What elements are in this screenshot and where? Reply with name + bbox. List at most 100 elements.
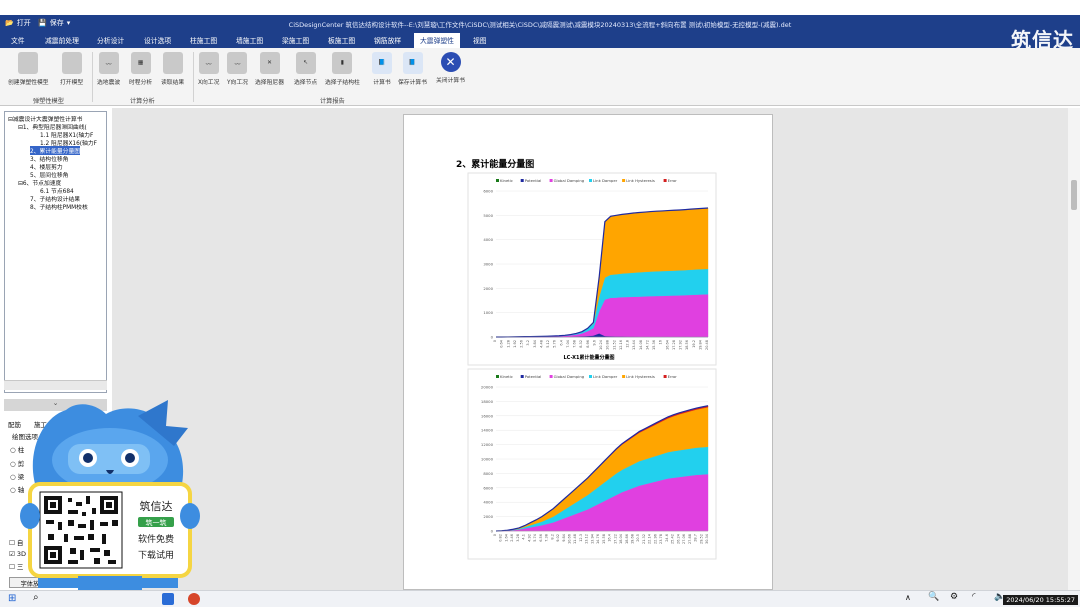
tray-app-icon[interactable]: ⚙	[950, 592, 958, 602]
qr-module	[68, 560, 78, 564]
y-tick-label: 6000	[483, 485, 493, 490]
y-tick-label: 20000	[481, 385, 494, 390]
create-model-button[interactable]: 创建弹塑性模型	[8, 52, 49, 86]
x-tick-label: 22.14	[648, 533, 652, 544]
qr-module	[90, 548, 100, 552]
x-tick-label: 0.82	[499, 534, 503, 542]
x-tick-label: 7.04	[566, 339, 570, 348]
menu-elastoplastic[interactable]: 大震弹塑性	[414, 33, 460, 48]
menu-slab-drawing[interactable]: 板施工图	[328, 35, 355, 45]
select-damper-button[interactable]: ✕ 选择阻尼器	[255, 52, 284, 86]
tree-horizontal-scrollbar[interactable]	[4, 380, 107, 390]
scrollbar-thumb[interactable]	[1071, 180, 1077, 210]
button-label: 保存计算书	[398, 80, 427, 86]
x-tick-label: 15.58	[602, 534, 606, 544]
mascot-pupil-left	[83, 453, 93, 463]
legend-swatch	[520, 375, 524, 378]
wifi-icon[interactable]: ◜	[972, 592, 976, 602]
menu-wall-drawing[interactable]: 墙施工图	[236, 35, 263, 45]
x-tick-label: 3.84	[533, 339, 537, 348]
menu-preprocess[interactable]: 减震前处理	[45, 35, 79, 45]
select-column-button[interactable]: ▮ 选择子结构柱	[325, 52, 360, 86]
x-tick-label: 1.64	[504, 533, 508, 542]
open-model-button[interactable]: 打开模型	[60, 52, 83, 86]
x-tick-label: 4.92	[527, 534, 531, 542]
quick-access-save[interactable]: 💾 保存 ▾	[38, 18, 70, 28]
x-tick-label: 27.88	[688, 534, 692, 544]
menu-file[interactable]: 文件	[11, 35, 25, 45]
menu-view[interactable]: 视图	[473, 35, 487, 45]
x-tick-label: 8.2	[550, 534, 554, 540]
x-tick-label: 16.64	[665, 339, 669, 350]
tree-label: 8、子结构柱PMM校核	[30, 205, 88, 211]
chevron-down-icon[interactable]: ▾	[67, 19, 71, 27]
quick-access-open[interactable]: 📂 打开	[5, 18, 31, 28]
menu-beam-drawing[interactable]: 梁施工图	[282, 35, 309, 45]
x-tick-label: 30.34	[705, 533, 709, 544]
x-tick-label: 27.06	[682, 534, 686, 544]
qr-module	[94, 558, 100, 564]
report-button[interactable]: 📘 计算书	[372, 52, 392, 86]
x-tick-label: 6.56	[539, 534, 543, 542]
menu-column-drawing[interactable]: 柱施工图	[190, 35, 217, 45]
read-results-button[interactable]: 读取结果	[161, 52, 184, 86]
qr-module	[104, 550, 110, 556]
button-label: 计算书	[373, 80, 391, 86]
y-case-button[interactable]: 〰 Y向工况	[227, 52, 248, 86]
select-node-button[interactable]: ↖ 选择节点	[294, 52, 317, 86]
legend-label: Error	[668, 374, 678, 379]
x-tick-label: 0	[493, 534, 497, 536]
app-icon[interactable]	[188, 593, 200, 605]
x-tick-label: 3.28	[516, 534, 520, 542]
clock[interactable]: 2024/06/20 15:55:27	[1003, 595, 1078, 605]
menu-rebar-layout[interactable]: 钢筋放样	[374, 35, 401, 45]
legend-label: Link Hysteresis	[626, 374, 655, 379]
wave-icon: 〰	[98, 52, 119, 74]
x-tick-label: 14.72	[645, 340, 649, 350]
x-tick-label: 11.48	[573, 534, 577, 544]
legend-swatch	[663, 375, 667, 378]
tree-node[interactable]: 8、子结构柱PMM校核	[30, 202, 88, 211]
select-wave-button[interactable]: 〰选地震波	[97, 52, 120, 86]
x-tick-label: 0.64	[500, 339, 504, 348]
legend-swatch	[589, 179, 592, 182]
button-label: 时程分析	[129, 80, 153, 86]
legend-swatch	[663, 179, 667, 182]
x-tick-label: 14.76	[596, 534, 600, 544]
menu-design-options[interactable]: 设计选项	[144, 35, 171, 45]
time-history-button[interactable]: ▦ 时程分析	[129, 52, 152, 86]
legend-swatch	[520, 179, 524, 182]
qr-module	[76, 502, 82, 506]
x-tick-label: 10.88	[606, 340, 610, 350]
x-tick-label: 13.94	[590, 533, 594, 544]
window-title: CiSDesignCenter 筑信达结构设计软件--E:\刘慧璇\工作文件\C…	[288, 21, 792, 29]
mascot-hand-right	[180, 503, 200, 529]
y-tick-label: 12000	[481, 442, 494, 447]
x-tick-label: 16.4	[608, 533, 612, 542]
x-tick-label: 10.24	[599, 339, 603, 350]
close-report-button[interactable]: ✕ 关闭计算书	[436, 52, 465, 84]
tray-chevron-icon[interactable]: ∧	[905, 593, 911, 602]
save-report-button[interactable]: 📘 保存计算书	[398, 52, 427, 86]
vertical-scrollbar[interactable]	[1068, 108, 1080, 590]
menu-analysis[interactable]: 分析设计	[97, 35, 124, 45]
app-icon[interactable]	[162, 593, 174, 605]
qr-module	[82, 512, 86, 516]
qr-module	[112, 520, 118, 526]
chart-caption: LC-X1累计能量分量图	[564, 354, 615, 361]
legend-label: Link Damper	[593, 178, 618, 183]
x-tick-label: 23.78	[659, 534, 663, 544]
damper-icon: ✕	[259, 52, 280, 74]
top-blank-stripe	[0, 0, 1080, 15]
x-tick-label: 20.48	[705, 340, 709, 350]
x-case-button[interactable]: 〰 X向工况	[198, 52, 219, 86]
qr-module	[90, 520, 94, 530]
qr-module	[100, 522, 108, 526]
button-label: 创建弹塑性模型	[8, 80, 49, 86]
search-icon[interactable]: ⌕	[33, 592, 39, 603]
energy-chart-1: 0 1000 2000 3000 4000 5000 6000 Kinetic Potentia…	[467, 172, 717, 366]
qr-module	[58, 522, 62, 530]
windows-start-icon[interactable]: ⊞	[8, 593, 16, 604]
x-tick-label: 12.16	[619, 340, 623, 350]
tray-app-icon[interactable]: 🔍	[928, 592, 939, 602]
